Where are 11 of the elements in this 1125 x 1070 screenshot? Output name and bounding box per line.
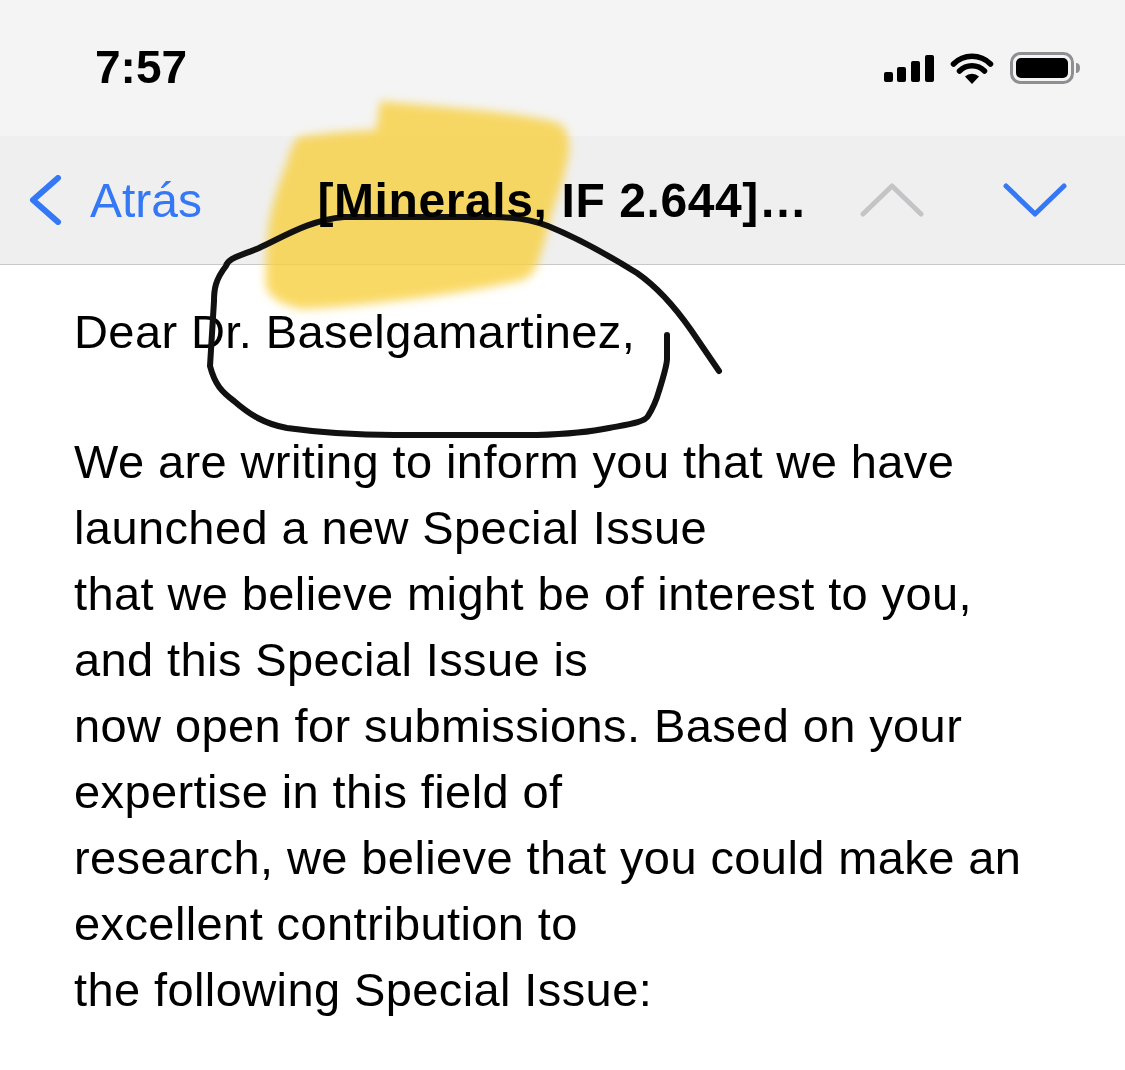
next-message-button[interactable] — [1003, 183, 1067, 217]
email-paragraph: We are writing to inform you that we have launched a new Special Issue that we believe might be of interest to you, and this Special Issue is now open for submissions. Based on your expertise in this field of research, we believe that you could make an excellent contribution to the following Special Issue: — [74, 434, 1022, 1018]
chevron-left-icon — [28, 175, 62, 225]
signal-icon — [884, 54, 934, 82]
chevron-down-icon — [1003, 183, 1067, 217]
chevron-up-icon — [860, 183, 924, 217]
back-button[interactable]: Atrás — [28, 172, 203, 228]
battery-icon — [1010, 52, 1080, 84]
message-subject-title: [Minerals, IF 2.644]… — [316, 172, 809, 228]
wifi-icon — [950, 52, 994, 84]
status-time: 7:57 — [95, 40, 188, 94]
